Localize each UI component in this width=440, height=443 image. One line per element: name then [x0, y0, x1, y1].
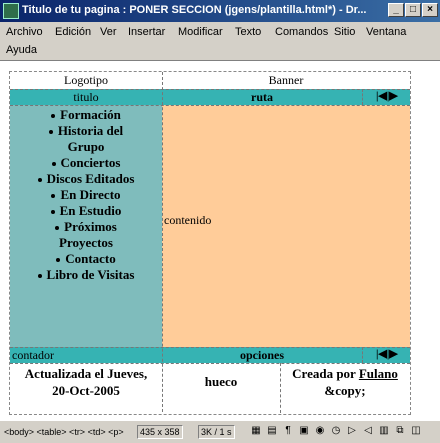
content-placeholder: contenido [164, 213, 212, 227]
status-bar: <body> <table> <tr> <td> <p> 435 x 358 3… [0, 420, 440, 443]
table-border [10, 105, 410, 106]
menu-comandos[interactable]: Comandos [275, 26, 328, 38]
minimize-icon: _ [393, 4, 399, 15]
bullet-icon [51, 162, 56, 167]
banner-placeholder: Banner [268, 73, 304, 87]
titulo-cell[interactable]: titulo [10, 89, 162, 105]
bullet-icon [56, 258, 61, 263]
close-icon: × [427, 4, 433, 15]
maximize-icon: □ [409, 4, 417, 15]
menu-sitio[interactable]: Sitio [334, 26, 355, 38]
maximize-button[interactable]: □ [405, 3, 421, 17]
menu-ayuda[interactable]: Ayuda [6, 44, 37, 56]
document-window[interactable]: Logotipo Banner titulo ruta |◀|▶ Formaci… [0, 60, 440, 421]
footer-author-link[interactable]: Fulano [359, 366, 398, 381]
table-border [162, 72, 163, 412]
nav-arrows-icon: |◀|▶ [376, 90, 398, 102]
ruta-text: ruta [251, 90, 273, 104]
nav-item-directo[interactable]: En Directo [10, 187, 162, 203]
opciones-nav-arrows[interactable]: |◀|▶ [376, 348, 402, 361]
bullet-icon [51, 114, 56, 119]
opciones-cell[interactable]: opciones [162, 347, 362, 363]
contador-text: contador [12, 348, 54, 362]
frames-icon[interactable]: ⧉ [394, 425, 406, 437]
opciones-nav-cell[interactable]: |◀|▶ [362, 347, 410, 363]
history-icon[interactable]: ◷ [330, 425, 342, 437]
table-border [280, 363, 281, 413]
banner-cell[interactable]: Banner [162, 72, 410, 89]
ruta-nav-arrows[interactable]: |◀|▶ [376, 90, 402, 103]
footer-updated-line1: Actualizada el Jueves, [24, 366, 148, 381]
footer-hueco-cell[interactable]: hueco [162, 363, 280, 413]
logo-placeholder: Logotipo [64, 73, 108, 87]
bullet-icon [51, 194, 56, 199]
contador-cell[interactable]: contador [10, 347, 162, 363]
content-cell[interactable]: contenido [162, 105, 410, 347]
close-button[interactable]: × [422, 3, 438, 17]
opciones-text: opciones [239, 348, 284, 362]
menu-ventana[interactable]: Ventana [366, 26, 406, 38]
table-border [362, 347, 363, 363]
nav-item-formacion[interactable]: Formación [10, 107, 162, 123]
minimize-button[interactable]: _ [388, 3, 404, 17]
window-size-field[interactable]: 435 x 358 [137, 425, 183, 439]
library-icon[interactable]: ▥ [378, 425, 390, 437]
dreamweaver-app-icon[interactable] [3, 3, 19, 19]
nav-item-libro[interactable]: Libro de Visitas [10, 267, 162, 283]
menu-modificar[interactable]: Modificar [178, 26, 223, 38]
sidebar-nav: Formación Historia del Grupo Conciertos … [10, 105, 162, 347]
download-time-field: 3K / 1 s [198, 425, 235, 439]
footer-copyright: &copy; [324, 383, 366, 398]
table-border [362, 89, 363, 105]
nav-item-proximos-line2[interactable]: Proyectos [10, 235, 162, 251]
timeline-icon[interactable]: ▷ [346, 425, 358, 437]
footer-hueco-text: hueco [204, 374, 238, 389]
code-icon[interactable]: ◁ [362, 425, 374, 437]
logo-cell[interactable]: Logotipo [10, 72, 162, 89]
behaviors-icon[interactable]: ◉ [314, 425, 326, 437]
bullet-icon [37, 178, 42, 183]
css-styles-icon[interactable]: ▣ [298, 425, 310, 437]
footer-updated-cell[interactable]: Actualizada el Jueves, 20-Oct-2005 [10, 363, 162, 413]
nav-item-conciertos[interactable]: Conciertos [10, 155, 162, 171]
table-border [10, 347, 410, 348]
assets-icon[interactable]: ▤ [266, 425, 278, 437]
ruta-nav-cell[interactable]: |◀|▶ [362, 89, 410, 105]
bullet-icon [48, 130, 53, 135]
menu-archivo[interactable]: Archivo [6, 26, 43, 38]
tag-selector[interactable]: <body> <table> <tr> <td> <p> [4, 427, 124, 437]
bullet-icon [37, 274, 42, 279]
window-title-bar[interactable]: Titulo de tu pagina : PONER SECCION (jge… [0, 0, 440, 22]
site-icon[interactable]: ▦ [250, 425, 262, 437]
menu-ver[interactable]: Ver [100, 26, 117, 38]
footer-updated-line2: 20-Oct-2005 [52, 383, 120, 398]
html-styles-icon[interactable]: ¶ [282, 425, 294, 437]
bullet-icon [50, 210, 55, 215]
menu-texto[interactable]: Texto [235, 26, 261, 38]
ruta-cell[interactable]: ruta [162, 89, 362, 105]
layers-icon[interactable]: ◫ [410, 425, 422, 437]
nav-item-contacto[interactable]: Contacto [10, 251, 162, 267]
nav-item-historia-line2[interactable]: Grupo [10, 139, 162, 155]
menu-bar: Archivo Edición Ver Insertar Modificar T… [0, 22, 440, 58]
footer-author-prefix: Creada por [292, 366, 359, 381]
layout-table[interactable]: Logotipo Banner titulo ruta |◀|▶ Formaci… [9, 71, 411, 415]
nav-item-historia[interactable]: Historia del [10, 123, 162, 139]
titulo-text: titulo [73, 90, 99, 104]
nav-item-estudio[interactable]: En Estudio [10, 203, 162, 219]
nav-item-proximos[interactable]: Próximos [10, 219, 162, 235]
footer-author-cell[interactable]: Creada por Fulano &copy; [280, 363, 410, 413]
bullet-icon [55, 226, 60, 231]
menu-insertar[interactable]: Insertar [128, 26, 165, 38]
nav-arrows-icon: |◀|▶ [376, 348, 398, 360]
table-border [10, 363, 410, 364]
table-border [10, 89, 410, 90]
window-title: Titulo de tu pagina : PONER SECCION (jge… [22, 4, 367, 16]
nav-item-discos[interactable]: Discos Editados [10, 171, 162, 187]
menu-edicion[interactable]: Edición [55, 26, 91, 38]
